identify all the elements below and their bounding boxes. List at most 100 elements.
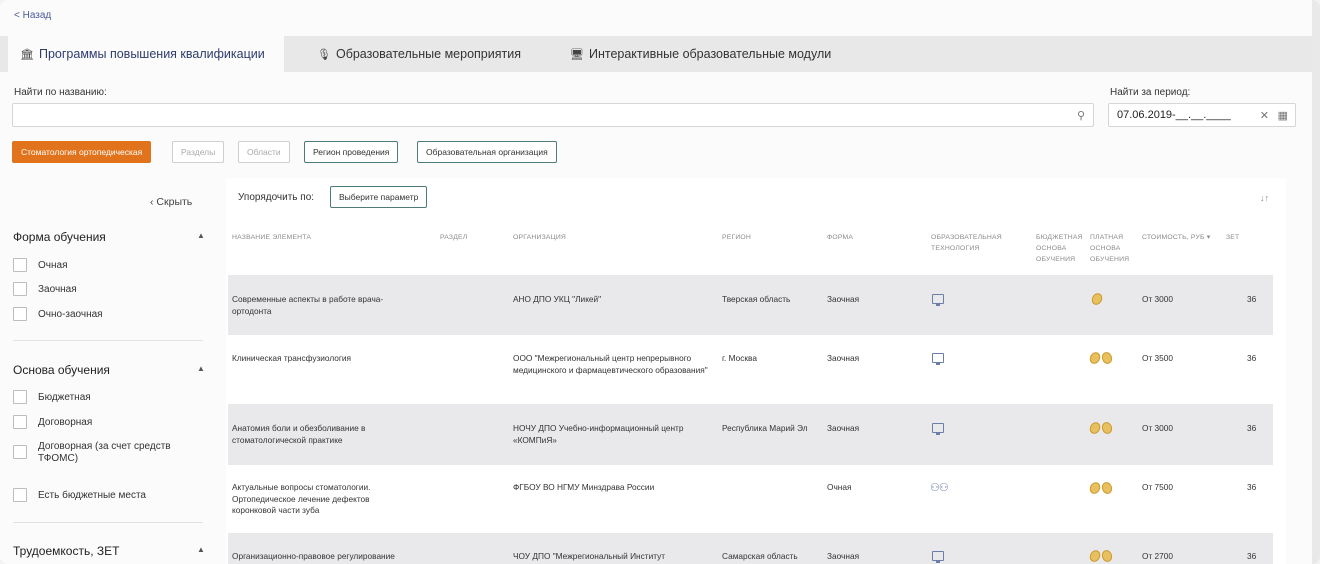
table-row[interactable]: Современные аспекты в работе врача-ортод… — [228, 275, 1273, 335]
monitor-icon: 🖥 — [570, 49, 584, 61]
cell-name[interactable]: Современные аспекты в работе врача-ортод… — [232, 294, 407, 317]
cell-cost: От 3000 — [1142, 423, 1174, 433]
coin-icon — [1087, 548, 1103, 564]
sort-label: Упорядочить по: — [238, 192, 315, 203]
chip-areas[interactable]: Области — [238, 141, 290, 163]
cell-name[interactable]: Клиническая трансфузиология — [232, 353, 407, 365]
cell-form: Заочная — [827, 423, 860, 433]
cell-zet: 36 — [1247, 482, 1257, 492]
group-title: Трудоемкость, ЗЕТ — [13, 544, 120, 558]
group-title: Форма обучения — [13, 230, 106, 244]
cell-org: АНО ДПО УКЦ "Ликей" — [513, 294, 602, 304]
tab-label: Образовательные мероприятия — [335, 47, 521, 61]
checkbox-box[interactable] — [13, 445, 27, 459]
checkbox-box[interactable] — [13, 282, 27, 296]
col-header-paid[interactable]: Платная основа обучения — [1090, 232, 1135, 265]
tab-programs[interactable]: 🏛 Программы повышения квалификации — [8, 36, 284, 72]
col-header-name[interactable]: Название элемента — [232, 232, 311, 243]
coin-icon — [1100, 420, 1114, 436]
sort-select-button[interactable]: Выберите параметр — [330, 186, 428, 208]
search-input[interactable] — [13, 104, 1093, 126]
search-name-label: Найти по названию: — [14, 87, 107, 98]
calendar-icon[interactable]: ▦ — [1278, 109, 1288, 122]
coin-icon — [1087, 480, 1103, 496]
chip-organization[interactable]: Образовательная организация — [417, 141, 557, 163]
coin-icon — [1100, 350, 1114, 366]
table-row[interactable]: Анатомия боли и обезболивание в стоматол… — [228, 404, 1273, 465]
clear-icon[interactable]: ✕ — [1260, 109, 1269, 122]
cell-org: НОЧУ ДПО Учебно-информационный центр «КО… — [513, 423, 684, 445]
coin-icon — [1100, 548, 1114, 564]
group-zet-title[interactable]: Трудоемкость, ЗЕТ ▲ — [13, 544, 213, 558]
hide-label: Скрыть — [156, 196, 193, 208]
period-field[interactable]: ✕ ▦ — [1108, 103, 1296, 127]
chip-specialty[interactable]: Стоматология ортопедическая — [12, 141, 152, 163]
divider — [13, 522, 203, 523]
tab-label: Интерактивные образовательные модули — [588, 47, 832, 61]
col-header-zet[interactable]: ЗЕТ — [1226, 232, 1239, 243]
coin-icon — [1100, 480, 1114, 496]
monitor-icon — [932, 423, 944, 435]
checkbox-label: Очная — [38, 260, 68, 271]
tab-bar: 🏛 Программы повышения квалификации 🎙 Образ… — [0, 36, 1312, 72]
tab-events[interactable]: 🎙 Образовательные мероприятия — [305, 36, 533, 72]
hide-sidebar-button[interactable]: ‹ Скрыть — [150, 196, 192, 208]
monitor-icon — [932, 551, 944, 563]
cell-region: г. Москва — [722, 353, 757, 363]
table-row[interactable]: Актуальные вопросы стоматологии. Ортопед… — [228, 465, 1273, 533]
checkbox-label: Договорная — [38, 417, 93, 428]
cell-form: Заочная — [827, 551, 860, 561]
monitor-icon — [932, 353, 944, 365]
checkbox-label: Заочная — [38, 284, 77, 295]
cell-cost: От 2700 — [1142, 551, 1174, 561]
col-header-section[interactable]: Раздел — [440, 232, 467, 243]
group-basis-title[interactable]: Основа обучения ▲ — [13, 363, 213, 377]
checkbox-label: Очно-заочная — [38, 309, 103, 320]
group-title: Основа обучения — [13, 363, 110, 377]
cell-cost: От 7500 — [1142, 482, 1174, 492]
checkbox-label: Договорная (за счет средств ТФОМС) — [38, 441, 171, 464]
chevron-up-icon: ▲ — [197, 545, 205, 554]
checkbox-box[interactable] — [13, 488, 27, 502]
col-header-form[interactable]: Форма — [827, 232, 853, 243]
group-icon: ⚇⚇ — [930, 482, 949, 494]
sort-order-icon[interactable]: ↓↑ — [1260, 193, 1269, 203]
divider — [13, 340, 203, 341]
col-header-budget[interactable]: Бюджетная основа обучения — [1036, 232, 1088, 265]
checkbox-box[interactable] — [13, 415, 27, 429]
chevron-up-icon: ▲ — [197, 364, 205, 373]
cell-org: ЧОУ ДПО "Межрегиональный Институт — [513, 551, 666, 561]
checkbox-box[interactable] — [13, 258, 27, 272]
chevron-up-icon: ▲ — [197, 231, 205, 240]
checkbox-box[interactable] — [13, 390, 27, 404]
search-name-field[interactable]: ⚲ — [12, 103, 1094, 127]
chip-sections[interactable]: Разделы — [172, 141, 225, 163]
group-form-title[interactable]: Форма обучения ▲ — [13, 230, 213, 244]
period-label: Найти за период: — [1110, 87, 1191, 98]
col-header-technology[interactable]: Образовательная технология — [931, 232, 1011, 254]
cell-name[interactable]: Актуальные вопросы стоматологии. Ортопед… — [232, 482, 407, 517]
table-row[interactable]: Клиническая трансфузиология ООО "Межреги… — [228, 335, 1273, 404]
cell-cost: От 3000 — [1142, 294, 1174, 304]
cell-zet: 36 — [1247, 353, 1257, 363]
cell-zet: 36 — [1247, 551, 1257, 561]
cell-form: Заочная — [827, 294, 860, 304]
chip-region[interactable]: Регион проведения — [304, 141, 399, 163]
coin-icon — [1087, 350, 1103, 366]
tab-label: Программы повышения квалификации — [38, 47, 265, 61]
col-header-org[interactable]: Организация — [513, 232, 566, 243]
cell-org: ФГБОУ ВО НГМУ Минздрава России — [513, 482, 655, 492]
tab-modules[interactable]: 🖥 Интерактивные образовательные модули — [558, 36, 843, 72]
microphone-icon: 🎙 — [317, 49, 331, 61]
checkbox-box[interactable] — [13, 307, 27, 321]
cell-zet: 36 — [1247, 294, 1257, 304]
back-link[interactable]: < Назад — [14, 10, 51, 21]
search-icon[interactable]: ⚲ — [1077, 109, 1085, 122]
app-window: < Назад 🏛 Программы повышения квалификаци… — [0, 0, 1320, 564]
cell-name[interactable]: Анатомия боли и обезболивание в стоматол… — [232, 423, 407, 446]
col-header-cost[interactable]: Стоимость, руб ▾ — [1142, 232, 1210, 243]
col-header-region[interactable]: Регион — [722, 232, 751, 243]
building-icon: 🏛 — [20, 49, 34, 61]
cell-name[interactable]: Организационно-правовое регулирование — [232, 551, 432, 563]
table-row[interactable]: Организационно-правовое регулирование ЧО… — [228, 533, 1273, 564]
